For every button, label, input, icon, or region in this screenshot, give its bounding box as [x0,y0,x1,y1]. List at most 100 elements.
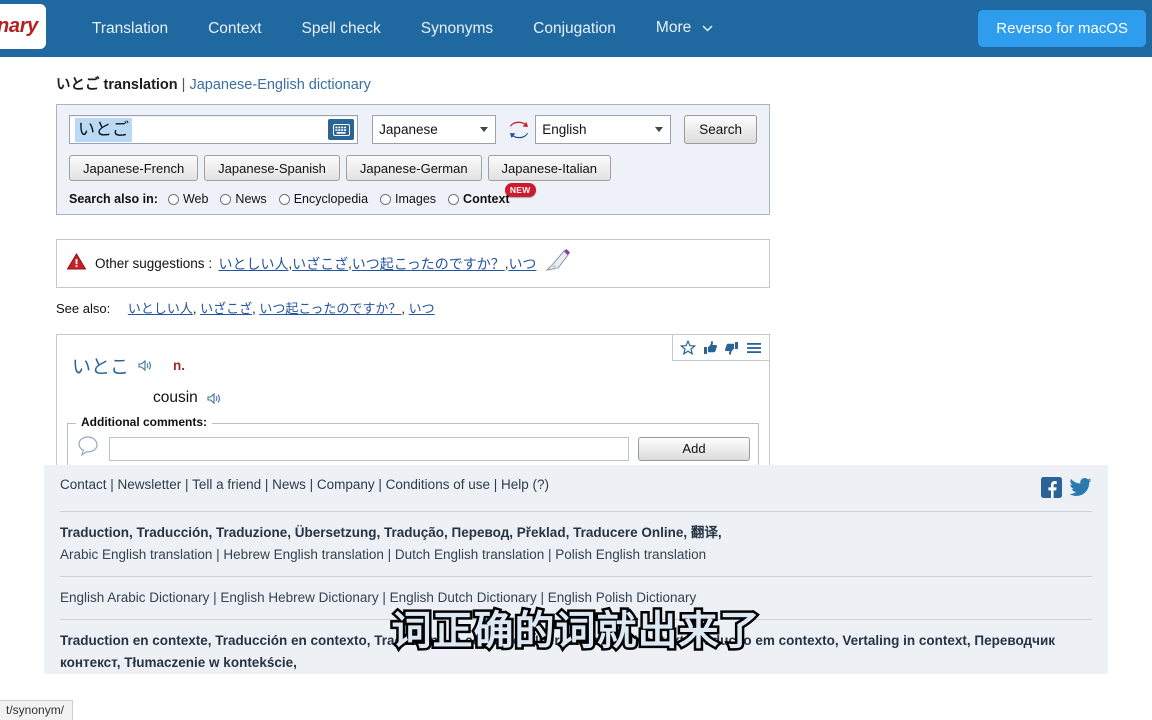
suggestion-link-3[interactable]: いつ起こったのですか？ [352,254,505,274]
footer-dictionary-links-row[interactable]: English Arabic Dictionary | English Hebr… [60,587,1092,609]
footer-divider [60,576,1092,577]
page-content: いとご translation | Japanese-English dicti… [0,57,1152,485]
see-also-link-4[interactable]: いつ [409,302,435,317]
social-icons [1041,477,1092,501]
target-language-select[interactable]: English [535,115,672,144]
top-navigation-bar: nary Translation Context Spell check Syn… [0,0,1152,57]
breadcrumb-dictionary[interactable]: Japanese-English dictionary [189,77,370,93]
breadcrumb: いとご translation | Japanese-English dicti… [56,73,1152,94]
nav-label: Translation [92,20,169,37]
nav-item-spell-check[interactable]: Spell check [282,0,401,57]
footer-context-row: Traduction en contexte, Traducción en co… [60,633,1056,648]
radio-label: Encyclopedia [293,192,369,206]
speaker-icon[interactable] [207,392,222,405]
translation-word[interactable]: cousin [153,389,198,407]
radio-label: News [235,192,267,206]
radio-button-icon [448,193,460,205]
see-also-link-3[interactable]: いつ起こったのですか？ [259,302,401,317]
speaker-icon[interactable] [138,359,153,372]
source-language-wrapper[interactable]: Japanese [358,115,497,144]
nav-item-translation[interactable]: Translation [72,0,188,57]
reverso-logo[interactable]: nary [0,4,46,49]
footer-context-row-2: контекст, Tłumaczenie w kontekście, [60,655,297,670]
edit-pencil-icon[interactable] [544,248,572,279]
source-language-select[interactable]: Japanese [372,115,497,144]
radio-label: Context [463,192,510,206]
thumbs-up-icon[interactable] [699,337,721,359]
language-pair-japanese-spanish[interactable]: Japanese-Spanish [204,155,340,181]
radio-news[interactable]: News [220,192,267,206]
search-row: いとご Japanese English Search [69,115,757,144]
comment-input[interactable] [109,436,629,461]
radio-button-icon [167,193,179,205]
see-also-row: See also: いとしい人, いざこざ, いつ起こったのですか？, いつ [56,298,1152,317]
menu-hamburger-icon[interactable] [743,337,765,359]
see-also-separator: , [192,301,201,316]
footer-translations-row: Traduction, Traducción, Traduzione, Über… [60,525,722,540]
comment-row: Add [76,434,750,463]
nav-label: More [655,19,692,36]
nav-label: Synonyms [420,20,494,37]
search-input[interactable]: いとご [70,116,328,143]
suggestion-link-4[interactable]: いつ [508,254,536,274]
add-comment-button[interactable]: Add [638,436,750,461]
additional-comments-label: Additional comments: [76,415,213,429]
nav-links: Translation Context Spell check Synonyms… [72,0,733,57]
favorite-star-icon[interactable] [677,337,699,359]
search-input-wrapper[interactable]: いとご [69,115,359,144]
search-button[interactable]: Search [684,115,757,144]
radio-button-icon [220,193,232,205]
breadcrumb-title-suffix: translation [99,77,178,93]
see-also-link-2[interactable]: いざこざ [200,302,252,317]
swap-languages-icon[interactable] [506,117,531,143]
radio-context[interactable]: Context NEW [448,183,536,206]
chevron-down-icon [702,1,713,58]
see-also-label: See also: [56,301,111,316]
radio-label: Images [395,192,437,206]
footer-divider [60,619,1092,620]
nav-label: Conjugation [533,20,616,37]
radio-button-icon [380,193,392,205]
radio-web[interactable]: Web [167,192,208,206]
search-also-in-row: Search also in: Web News Encyclopedia Im… [69,183,757,206]
language-pair-buttons: Japanese-French Japanese-Spanish Japanes… [69,155,757,181]
other-suggestions-box: Other suggestions : いとしい人, いざこざ, いつ起こったの… [56,239,770,288]
radio-encyclopedia[interactable]: Encyclopedia [278,192,369,206]
target-language-wrapper[interactable]: English [535,115,672,144]
see-also-link-1[interactable]: いとしい人 [128,302,193,317]
breadcrumb-separator: | [177,77,190,93]
thumbs-down-icon[interactable] [721,337,743,359]
language-pair-japanese-french[interactable]: Japanese-French [69,155,199,181]
twitter-icon[interactable] [1069,477,1092,501]
nav-item-more[interactable]: More [636,0,733,58]
footer-translation-links-row[interactable]: Arabic English translation | Hebrew Engl… [60,544,1092,566]
radio-images[interactable]: Images [380,192,436,206]
language-pair-japanese-german[interactable]: Japanese-German [345,155,482,181]
keyboard-icon[interactable] [328,119,355,140]
footer-links[interactable]: Contact | Newsletter | Tell a friend | N… [60,477,549,492]
breadcrumb-keyword: いとご [56,77,100,93]
see-also-separator: , [401,301,409,316]
other-suggestions-label: Other suggestions : [95,256,213,271]
nav-item-conjugation[interactable]: Conjugation [513,0,636,57]
nav-item-synonyms[interactable]: Synonyms [401,0,513,57]
new-badge: NEW [504,183,536,197]
language-pair-japanese-italian[interactable]: Japanese-Italian [487,155,611,181]
footer-divider [60,511,1092,512]
suggestion-link-2[interactable]: いざこざ [292,254,348,274]
status-bar-url: t/synonym/ [0,700,74,720]
part-of-speech: n. [173,358,186,373]
search-panel: いとご Japanese English Search Japanese-Fre… [56,104,770,215]
suggestion-link-1[interactable]: いとしい人 [219,254,289,274]
reverso-for-macos-button[interactable]: Reverso for macOS [978,10,1146,47]
radio-button-icon [278,193,290,205]
nav-label: Spell check [301,20,381,37]
card-action-icons [672,334,770,361]
facebook-icon[interactable] [1041,477,1062,501]
result-card: いとこ n. cousin Additional comments: Add [56,334,770,485]
nav-item-context[interactable]: Context [188,0,281,57]
page-root: nary Translation Context Spell check Syn… [0,0,1152,720]
nav-label: Context [208,20,262,37]
footer: Contact | Newsletter | Tell a friend | N… [44,465,1108,674]
comment-bubble-icon [76,434,100,463]
